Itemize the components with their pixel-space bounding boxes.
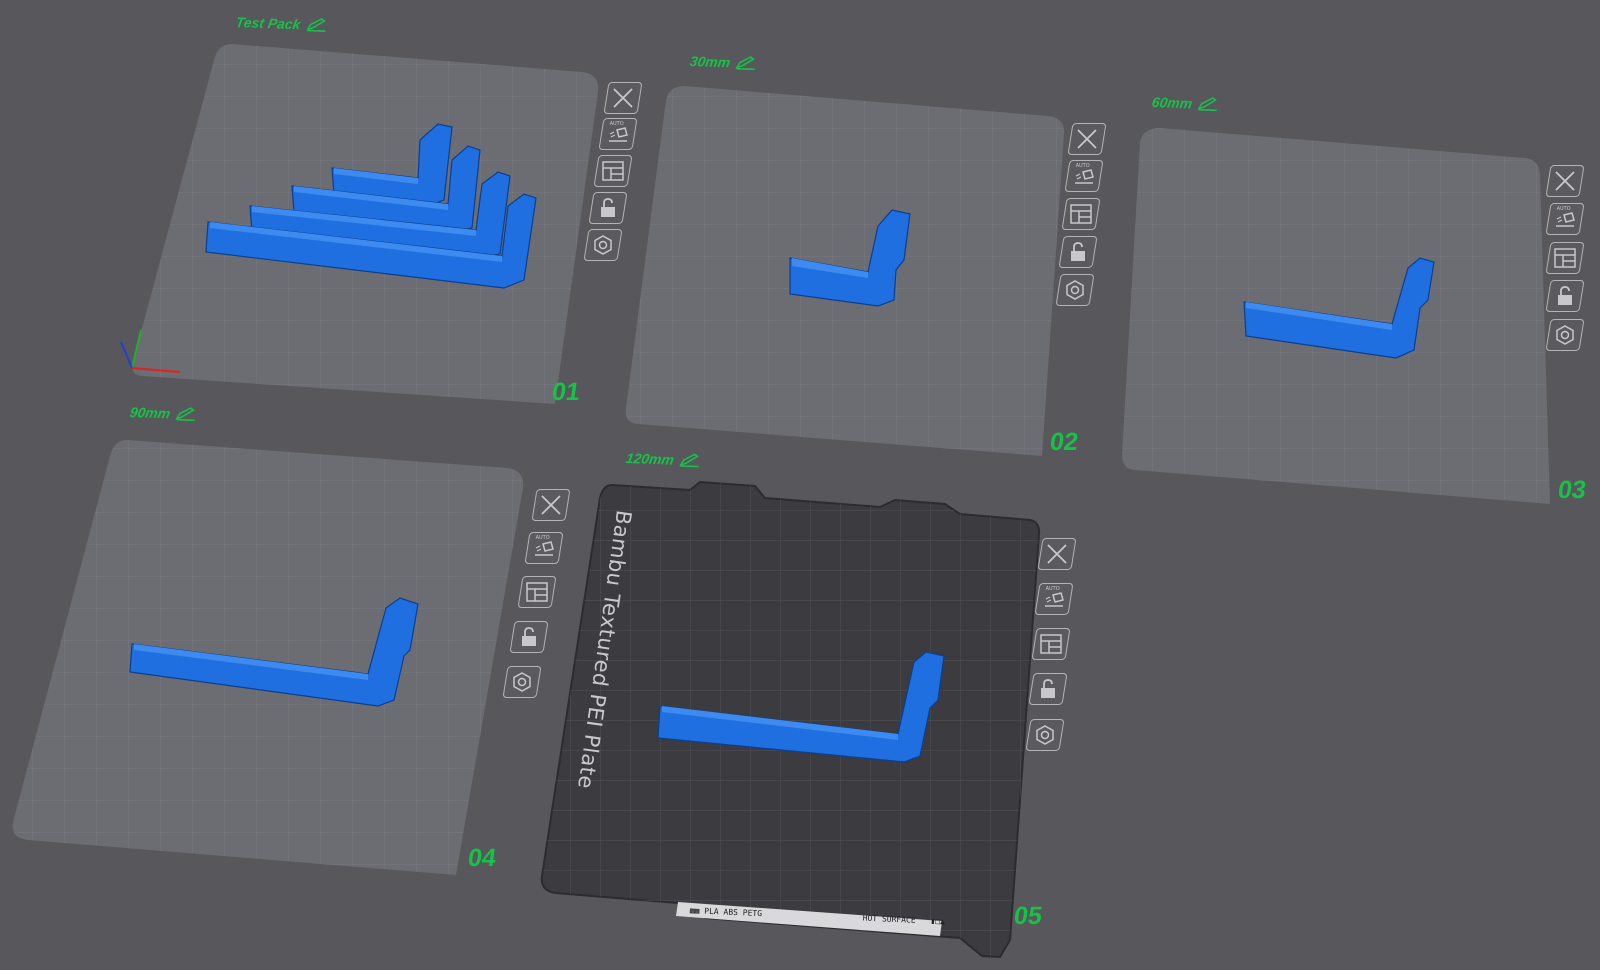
- warning-icons: ▮□▲: [930, 916, 946, 927]
- edit-pencil-icon[interactable]: [735, 56, 759, 71]
- plate-settings-button[interactable]: [1055, 274, 1095, 306]
- auto-orient-icon: [1556, 212, 1575, 227]
- lock-icon: [1071, 242, 1085, 261]
- lock-icon: [601, 198, 615, 217]
- delete-plate-button[interactable]: [1037, 538, 1077, 570]
- settings-icon: [513, 672, 531, 692]
- plate-04[interactable]: [12, 440, 524, 875]
- lock-plate-button[interactable]: [1028, 673, 1068, 705]
- close-icon: [541, 495, 561, 515]
- lock-icon: [1041, 679, 1055, 698]
- plate-name-label: Test Pack: [234, 14, 302, 33]
- edit-pencil-icon[interactable]: [1197, 97, 1221, 112]
- arrange-button[interactable]: [1031, 628, 1071, 660]
- plate-number-05: 05: [1012, 902, 1044, 930]
- bambu-logo-icon: ▦▦: [689, 906, 705, 916]
- arrange-button[interactable]: [517, 576, 557, 608]
- lock-plate-button[interactable]: [509, 621, 549, 653]
- plate-settings-button[interactable]: [1545, 319, 1585, 351]
- auto-orient-button[interactable]: AUTO: [1064, 160, 1104, 192]
- plate-name-05[interactable]: 120mm: [625, 450, 704, 469]
- plate-number-04: 04: [466, 844, 498, 872]
- edit-pencil-icon[interactable]: [679, 453, 703, 468]
- lock-icon: [522, 627, 536, 646]
- plate-number-03: 03: [1556, 476, 1588, 504]
- plate-name-02[interactable]: 30mm: [689, 53, 760, 71]
- plate-name-label: 60mm: [1150, 94, 1194, 112]
- close-icon: [613, 88, 633, 108]
- lock-icon: [1558, 286, 1572, 305]
- auto-orient-button[interactable]: AUTO: [598, 118, 638, 150]
- auto-orient-icon: [535, 541, 554, 556]
- auto-orient-button[interactable]: AUTO: [1034, 583, 1074, 615]
- plate-settings-button[interactable]: [502, 666, 542, 698]
- plate-settings-button[interactable]: [583, 229, 623, 261]
- arrange-icon: [602, 161, 624, 181]
- lock-plate-button[interactable]: [588, 192, 628, 224]
- plate-number-02: 02: [1048, 428, 1080, 456]
- plate-number-01: 01: [550, 378, 582, 406]
- auto-orient-icon: [1045, 592, 1064, 607]
- arrange-button[interactable]: [1061, 198, 1101, 230]
- plate-name-label: 30mm: [688, 53, 732, 71]
- arrange-icon: [1070, 204, 1092, 224]
- auto-orient-button[interactable]: AUTO: [1545, 203, 1585, 235]
- delete-plate-button[interactable]: [1545, 165, 1585, 197]
- close-icon: [1047, 544, 1067, 564]
- auto-orient-icon: [1075, 169, 1094, 184]
- plate-name-label: 90mm: [128, 404, 172, 422]
- settings-icon: [1556, 325, 1574, 345]
- plate-name-04[interactable]: 90mm: [129, 404, 200, 422]
- arrange-button[interactable]: [1545, 242, 1585, 274]
- delete-plate-button[interactable]: [531, 489, 571, 521]
- lock-plate-button[interactable]: [1545, 280, 1585, 312]
- edit-pencil-icon[interactable]: [305, 17, 329, 32]
- settings-icon: [1036, 725, 1054, 745]
- arrange-button[interactable]: [593, 155, 633, 187]
- close-icon: [1077, 129, 1097, 149]
- plate-name-03[interactable]: 60mm: [1151, 94, 1222, 112]
- arrange-icon: [526, 582, 548, 602]
- plate-name-label: 120mm: [624, 450, 676, 468]
- plate-settings-button[interactable]: [1025, 719, 1065, 751]
- delete-plate-button[interactable]: [603, 82, 643, 114]
- auto-orient-button[interactable]: AUTO: [524, 532, 564, 564]
- arrange-icon: [1040, 634, 1062, 654]
- delete-plate-button[interactable]: [1067, 123, 1107, 155]
- settings-icon: [594, 235, 612, 255]
- auto-orient-icon: [609, 127, 628, 142]
- close-icon: [1555, 171, 1575, 191]
- lock-plate-button[interactable]: [1058, 236, 1098, 268]
- edit-pencil-icon[interactable]: [175, 407, 199, 422]
- settings-icon: [1066, 280, 1084, 300]
- arrange-icon: [1554, 248, 1576, 268]
- plate-name-01[interactable]: Test Pack: [235, 14, 330, 33]
